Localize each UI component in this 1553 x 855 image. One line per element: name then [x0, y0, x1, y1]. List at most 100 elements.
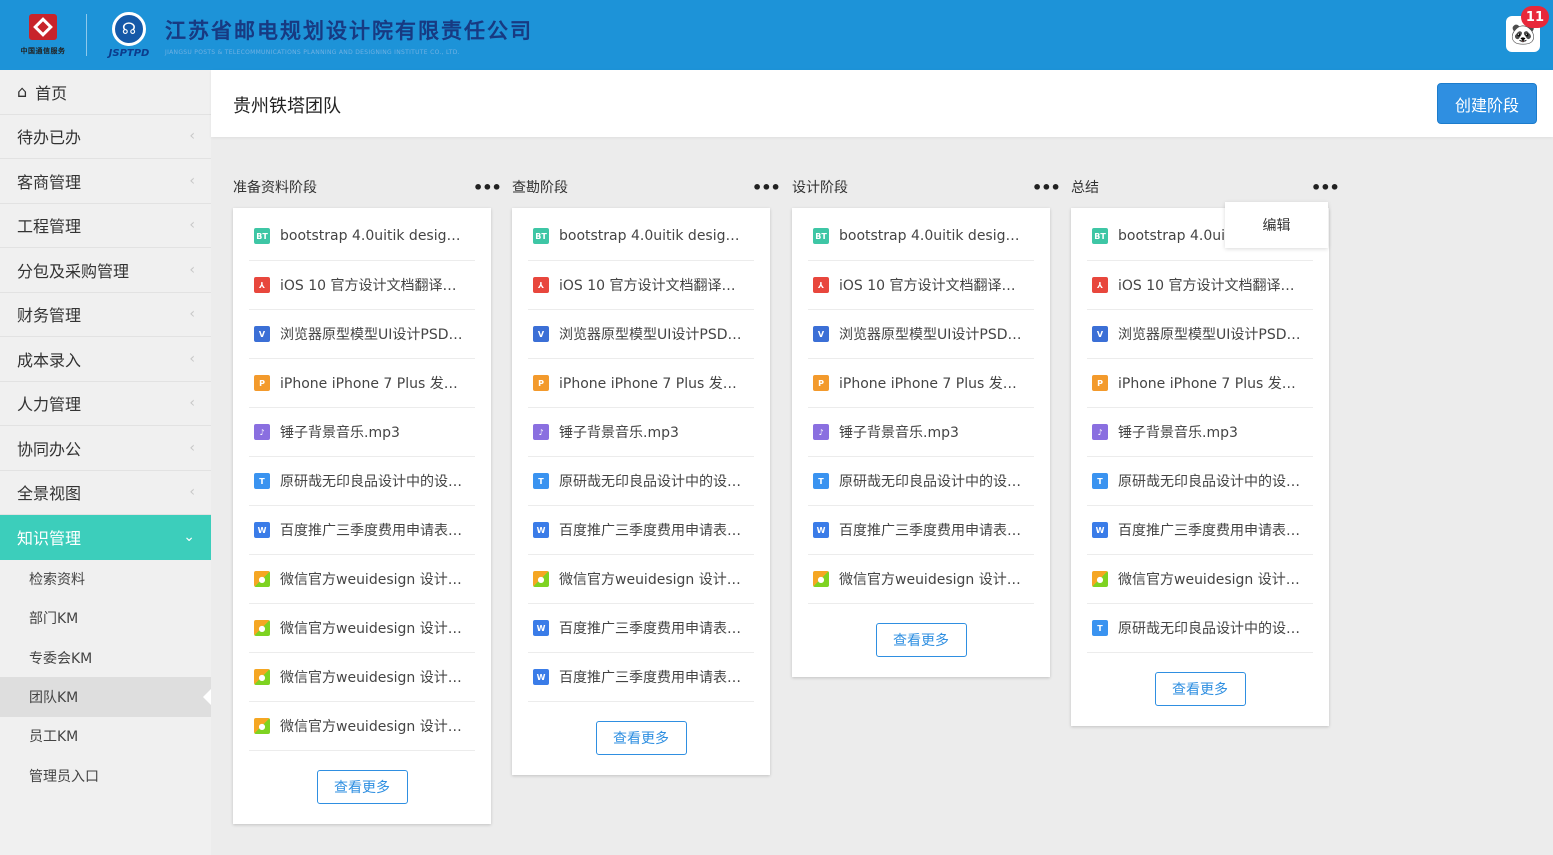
submenu-item-3[interactable]: 团队KM — [0, 677, 211, 717]
chevron-left-icon: ‹ — [189, 439, 195, 456]
file-item[interactable]: ⅄ iOS 10 官方设计文档翻译中文版.pdf — [808, 261, 1034, 310]
sidebar-item-left: 成本录入 — [17, 347, 81, 371]
file-name: iOS 10 官方设计文档翻译中文版.pdf — [559, 278, 744, 294]
sidebar-item-0[interactable]: ⌂ 首页 — [0, 70, 211, 115]
file-name: iOS 10 官方设计文档翻译中文版.pdf — [1118, 278, 1303, 294]
file-name: iOS 10 官方设计文档翻译中文版.pdf — [280, 278, 465, 294]
zip-file-icon: ● — [254, 718, 270, 734]
more-options-icon[interactable]: ••• — [473, 178, 502, 197]
file-item[interactable]: PiPhone iPhone 7 Plus 发布会.ppt — [249, 359, 475, 408]
file-item[interactable]: PiPhone iPhone 7 Plus 发布会.ppt — [528, 359, 754, 408]
file-item[interactable]: ● 微信官方weuidesign 设计规范.zip — [249, 702, 475, 751]
submenu-item-1[interactable]: 部门KM — [0, 599, 211, 638]
file-name: iPhone iPhone 7 Plus 发布会.ppt — [559, 376, 744, 392]
word-file-icon: W — [1092, 522, 1108, 538]
sidebar-item-4[interactable]: 分包及采购管理 ‹ — [0, 248, 211, 293]
pdf-file-icon: ⅄ — [1092, 277, 1108, 293]
more-options-icon[interactable]: ••• — [752, 178, 781, 197]
file-name: iPhone iPhone 7 Plus 发布会.ppt — [280, 376, 465, 392]
file-item[interactable]: ⅄ iOS 10 官方设计文档翻译中文版.pdf — [528, 261, 754, 310]
sidebar-item-9[interactable]: 全景视图 ‹ — [0, 471, 211, 515]
file-item[interactable]: ♪ 锤子背景音乐.mp3 — [249, 408, 475, 457]
file-item[interactable]: T 原研哉无印良品设计中的设计.txt — [1087, 604, 1313, 653]
file-item[interactable]: T 原研哉无印良品设计中的设计.txt — [1087, 457, 1313, 506]
text-file-icon: T — [1092, 620, 1108, 636]
file-name: 百度推广三季度费用申请表.doc — [839, 523, 1024, 539]
sidebar-item-left: ⌂ 首页 — [17, 80, 67, 104]
audio-file-icon: ♪ — [254, 424, 270, 440]
visio-file-icon: V — [813, 326, 829, 342]
file-item[interactable]: ● 微信官方weuidesign 设计规范.zip — [249, 555, 475, 604]
file-item[interactable]: BT bootstrap 4.0uitik design.bt — [808, 212, 1034, 261]
file-item[interactable]: PiPhone iPhone 7 Plus 发布会.ppt — [808, 359, 1034, 408]
file-item[interactable]: T 原研哉无印良品设计中的设计.txt — [808, 457, 1034, 506]
file-item[interactable]: T 原研哉无印良品设计中的设计.txt — [249, 457, 475, 506]
sidebar-item-3[interactable]: 工程管理 ‹ — [0, 204, 211, 248]
more-wrap: 查看更多 — [1087, 653, 1313, 726]
create-stage-button[interactable]: 创建阶段 — [1437, 83, 1537, 124]
file-item[interactable]: V 浏览器原型模型UI设计PSD素材.psd — [249, 310, 475, 359]
zip-file-icon: ● — [254, 620, 270, 636]
stage-title: 设计阶段 — [792, 180, 848, 196]
file-item[interactable]: ♪ 锤子背景音乐.mp3 — [808, 408, 1034, 457]
file-item[interactable]: V 浏览器原型模型UI设计PSD素材.psd — [528, 310, 754, 359]
file-item[interactable]: ● 微信官方weuidesign 设计规范.zip — [1087, 555, 1313, 604]
more-options-icon[interactable]: ••• — [1032, 178, 1061, 197]
sidebar-item-6[interactable]: 成本录入 ‹ — [0, 337, 211, 382]
file-name: 微信官方weuidesign 设计规范.zip — [280, 719, 465, 735]
file-name: 浏览器原型模型UI设计PSD素材.psd — [280, 327, 465, 343]
file-item[interactable]: W 百度推广三季度费用申请表.doc — [528, 604, 754, 653]
submenu-item-5[interactable]: 管理员入口 — [0, 756, 211, 795]
file-name: iPhone iPhone 7 Plus 发布会.ppt — [1118, 376, 1303, 392]
edit-popover-item[interactable]: 编辑 — [1225, 202, 1328, 248]
audio-file-icon: ♪ — [533, 424, 549, 440]
ppt-file-icon: P — [1092, 375, 1108, 391]
submenu-item-2[interactable]: 专委会KM — [0, 638, 211, 677]
view-more-button[interactable]: 查看更多 — [1154, 672, 1246, 706]
sidebar-item-5[interactable]: 财务管理 ‹ — [0, 293, 211, 337]
visio-file-icon: V — [533, 326, 549, 342]
file-item[interactable]: BT bootstrap 4.0uitik design.bt — [528, 212, 754, 261]
sidebar-item-10[interactable]: 知识管理 ⌄ — [0, 515, 211, 560]
file-name: bootstrap 4.0uitik design.bt — [839, 228, 1024, 244]
home-icon: ⌂ — [17, 82, 28, 102]
submenu-item-0[interactable]: 检索资料 — [0, 560, 211, 599]
file-item[interactable]: V 浏览器原型模型UI设计PSD素材.psd — [1087, 310, 1313, 359]
view-more-button[interactable]: 查看更多 — [595, 721, 687, 755]
sidebar-item-label: 全景视图 — [17, 484, 82, 504]
notification-badge[interactable]: 11 — [1520, 6, 1549, 28]
file-name: 原研哉无印良品设计中的设计.txt — [839, 474, 1024, 490]
sidebar-item-label: 人力管理 — [17, 395, 82, 415]
file-item[interactable]: BT bootstrap 4.0uitik design.bt — [249, 212, 475, 261]
file-item[interactable]: W 百度推广三季度费用申请表.doc — [808, 506, 1034, 555]
stage-title: 准备资料阶段 — [233, 180, 317, 196]
file-item[interactable]: W 百度推广三季度费用申请表.doc — [249, 506, 475, 555]
sidebar-item-1[interactable]: 待办已办 ‹ — [0, 115, 211, 159]
file-item[interactable]: ⅄ iOS 10 官方设计文档翻译中文版.pdf — [1087, 261, 1313, 310]
file-item[interactable]: ⅄ iOS 10 官方设计文档翻译中文版.pdf — [249, 261, 475, 310]
file-item[interactable]: W 百度推广三季度费用申请表.doc — [528, 506, 754, 555]
sidebar-item-7[interactable]: 人力管理 ‹ — [0, 382, 211, 426]
file-item[interactable]: ● 微信官方weuidesign 设计规范.zip — [528, 555, 754, 604]
file-item[interactable]: ● 微信官方weuidesign 设计规范.zip — [808, 555, 1034, 604]
file-item[interactable]: V 浏览器原型模型UI设计PSD素材.psd — [808, 310, 1034, 359]
file-item[interactable]: ♪ 锤子背景音乐.mp3 — [1087, 408, 1313, 457]
audio-file-icon: ♪ — [1092, 424, 1108, 440]
view-more-button[interactable]: 查看更多 — [875, 623, 967, 657]
sidebar-item-8[interactable]: 协同办公 ‹ — [0, 426, 211, 471]
file-item[interactable]: T 原研哉无印良品设计中的设计.txt — [528, 457, 754, 506]
file-item[interactable]: ● 微信官方weuidesign 设计规范.zip — [249, 604, 475, 653]
file-item[interactable]: ♪ 锤子背景音乐.mp3 — [528, 408, 754, 457]
view-more-button[interactable]: 查看更多 — [316, 770, 408, 804]
bt-file-icon: BT — [533, 228, 549, 244]
more-options-icon[interactable]: ••• — [1311, 178, 1340, 197]
file-item[interactable]: ● 微信官方weuidesign 设计规范.zip — [249, 653, 475, 702]
submenu-item-4[interactable]: 员工KM — [0, 717, 211, 756]
file-item[interactable]: PiPhone iPhone 7 Plus 发布会.ppt — [1087, 359, 1313, 408]
file-item[interactable]: W 百度推广三季度费用申请表.doc — [528, 653, 754, 702]
word-file-icon: W — [533, 522, 549, 538]
file-item[interactable]: W 百度推广三季度费用申请表.doc — [1087, 506, 1313, 555]
ppt-file-icon: P — [533, 375, 549, 391]
sidebar-item-2[interactable]: 客商管理 ‹ — [0, 159, 211, 204]
file-name: bootstrap 4.0uitik design.bt — [280, 228, 465, 244]
